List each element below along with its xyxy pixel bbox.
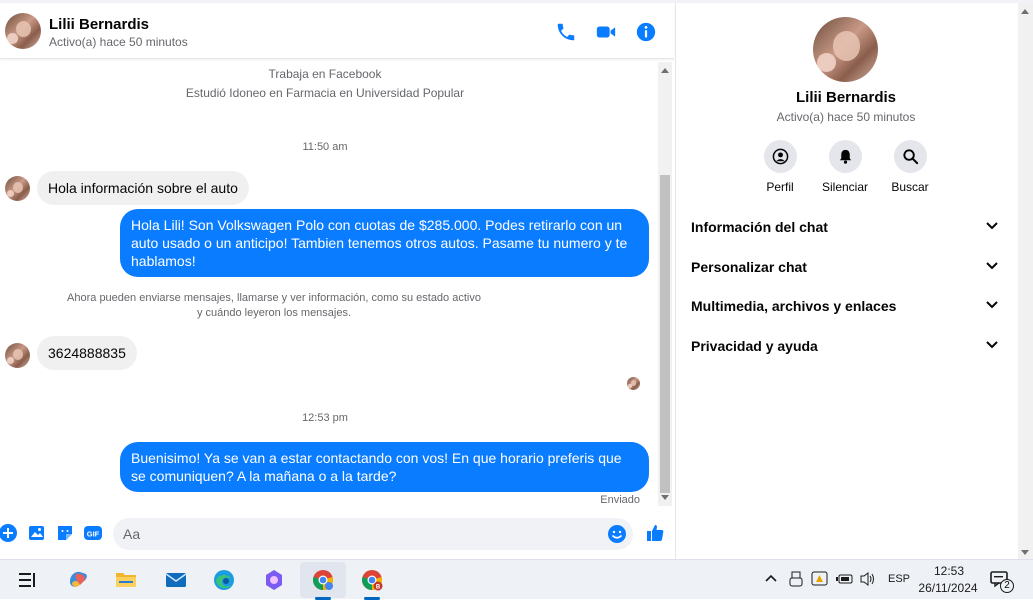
sender-avatar[interactable] (5, 176, 30, 201)
mute-button-circle (828, 140, 862, 173)
profile-button-circle (763, 140, 797, 173)
chat-info-panel: Lilii Bernardis Activo(a) hace 50 minuto… (675, 3, 1018, 559)
copilot-app-icon[interactable] (262, 568, 286, 592)
section-label: Privacidad y ayuda (691, 338, 818, 354)
sent-status: Enviado (600, 494, 640, 506)
message-scrollbar[interactable] (658, 62, 672, 506)
video-call-icon[interactable] (595, 21, 617, 43)
mute-button[interactable]: Silenciar (813, 140, 877, 194)
bell-icon (839, 149, 851, 164)
profile-label: Perfil (766, 180, 794, 194)
edge-browser-icon[interactable] (212, 568, 236, 592)
search-icon (902, 149, 918, 165)
svg-text:GIF: GIF (87, 530, 100, 539)
clock-time[interactable]: 12:53 (934, 564, 964, 578)
copilot-icon[interactable] (66, 568, 90, 592)
language-indicator[interactable]: ESP (888, 573, 910, 585)
battery-plug-icon[interactable] (836, 572, 854, 586)
incoming-message[interactable]: 3624888835 (37, 336, 137, 370)
emoji-icon[interactable] (607, 524, 627, 544)
sticker-icon[interactable] (55, 523, 75, 543)
scroll-up-arrow-icon[interactable] (1021, 9, 1029, 14)
section-label: Información del chat (691, 219, 828, 235)
widgets-icon[interactable] (16, 568, 40, 592)
mail-icon[interactable] (164, 568, 188, 592)
search-button[interactable]: Buscar (878, 140, 942, 194)
scroll-down-arrow-icon[interactable] (661, 495, 669, 500)
clock-date[interactable]: 26/11/2024 (917, 581, 979, 595)
notification-count-badge: 2 (1000, 579, 1014, 593)
chrome-profile-b-icon[interactable]: B (360, 568, 384, 592)
contact-name[interactable]: Lilii Bernardis (49, 16, 149, 33)
usb-device-icon[interactable] (789, 571, 803, 587)
windows-taskbar: B ESP 12:53 26/11/2024 2 (0, 559, 1033, 600)
messenger-window: Lilii Bernardis Activo(a) hace 50 minuto… (0, 0, 1033, 559)
plus-icon[interactable] (0, 523, 18, 543)
section-label: Personalizar chat (691, 259, 807, 275)
volume-icon[interactable] (859, 571, 876, 587)
file-explorer-icon[interactable] (114, 568, 138, 592)
chevron-down-icon (986, 222, 998, 230)
contact-avatar[interactable] (5, 13, 41, 49)
timestamp: 11:50 am (302, 141, 348, 153)
chevron-down-icon (986, 301, 998, 309)
search-button-circle (893, 140, 927, 173)
intro-study: Estudió Idoneo en Farmacia en Universida… (185, 86, 465, 100)
chat-pane: Lilii Bernardis Activo(a) hace 50 minuto… (0, 3, 674, 559)
phone-call-icon[interactable] (555, 21, 577, 43)
info-contact-status: Activo(a) hace 50 minutos (776, 110, 916, 124)
svg-text:B: B (376, 585, 381, 591)
message-list: Trabaja en Facebook Estudió Idoneo en Fa… (0, 60, 658, 510)
photo-icon[interactable] (27, 523, 47, 543)
scroll-down-arrow-icon[interactable] (1021, 550, 1029, 555)
page-scrollbar[interactable] (1018, 3, 1033, 559)
intro-work: Trabaja en Facebook (268, 67, 382, 81)
profile-icon (772, 148, 788, 165)
contact-status: Activo(a) hace 50 minutos (49, 35, 188, 49)
section-customize-chat[interactable]: Personalizar chat (684, 250, 1004, 286)
chrome-profile-icon[interactable] (311, 568, 335, 592)
message-input-box[interactable] (113, 518, 633, 550)
sender-avatar[interactable] (5, 343, 30, 368)
search-label: Buscar (891, 180, 929, 194)
incoming-message[interactable]: Hola información sobre el auto (37, 171, 249, 205)
seen-indicator-avatar (627, 377, 640, 390)
section-chat-info[interactable]: Información del chat (684, 210, 1004, 246)
chat-header: Lilii Bernardis Activo(a) hace 50 minuto… (0, 3, 674, 59)
info-icon[interactable] (635, 21, 657, 43)
composer-bar: GIF (0, 513, 674, 559)
system-notice-line1: Ahora pueden enviarse mensajes, llamarse… (67, 292, 481, 304)
section-privacy-help[interactable]: Privacidad y ayuda (684, 329, 1004, 365)
outgoing-message[interactable]: Buenisimo! Ya se van a estar contactando… (120, 442, 649, 492)
section-media-files-links[interactable]: Multimedia, archivos y enlaces (684, 289, 1004, 325)
chevron-up-icon[interactable] (765, 574, 777, 582)
section-label: Multimedia, archivos y enlaces (691, 298, 897, 314)
chevron-down-icon (986, 341, 998, 349)
chevron-down-icon (986, 262, 998, 270)
scroll-thumb[interactable] (660, 175, 670, 493)
gif-icon[interactable]: GIF (83, 523, 103, 543)
outgoing-message[interactable]: Hola Lili! Son Volkswagen Polo con cuota… (120, 209, 649, 277)
scroll-up-arrow-icon[interactable] (661, 68, 669, 73)
security-warning-icon[interactable] (811, 570, 828, 587)
timestamp: 12:53 pm (302, 412, 348, 424)
like-icon[interactable] (645, 523, 665, 543)
contact-large-avatar[interactable] (813, 17, 878, 82)
mute-label: Silenciar (821, 180, 869, 194)
message-input[interactable] (123, 524, 603, 544)
profile-button[interactable]: Perfil (748, 140, 812, 194)
system-notice-line2: y cuándo leyeron los mensajes. (196, 307, 352, 319)
info-contact-name: Lilii Bernardis (795, 89, 897, 106)
